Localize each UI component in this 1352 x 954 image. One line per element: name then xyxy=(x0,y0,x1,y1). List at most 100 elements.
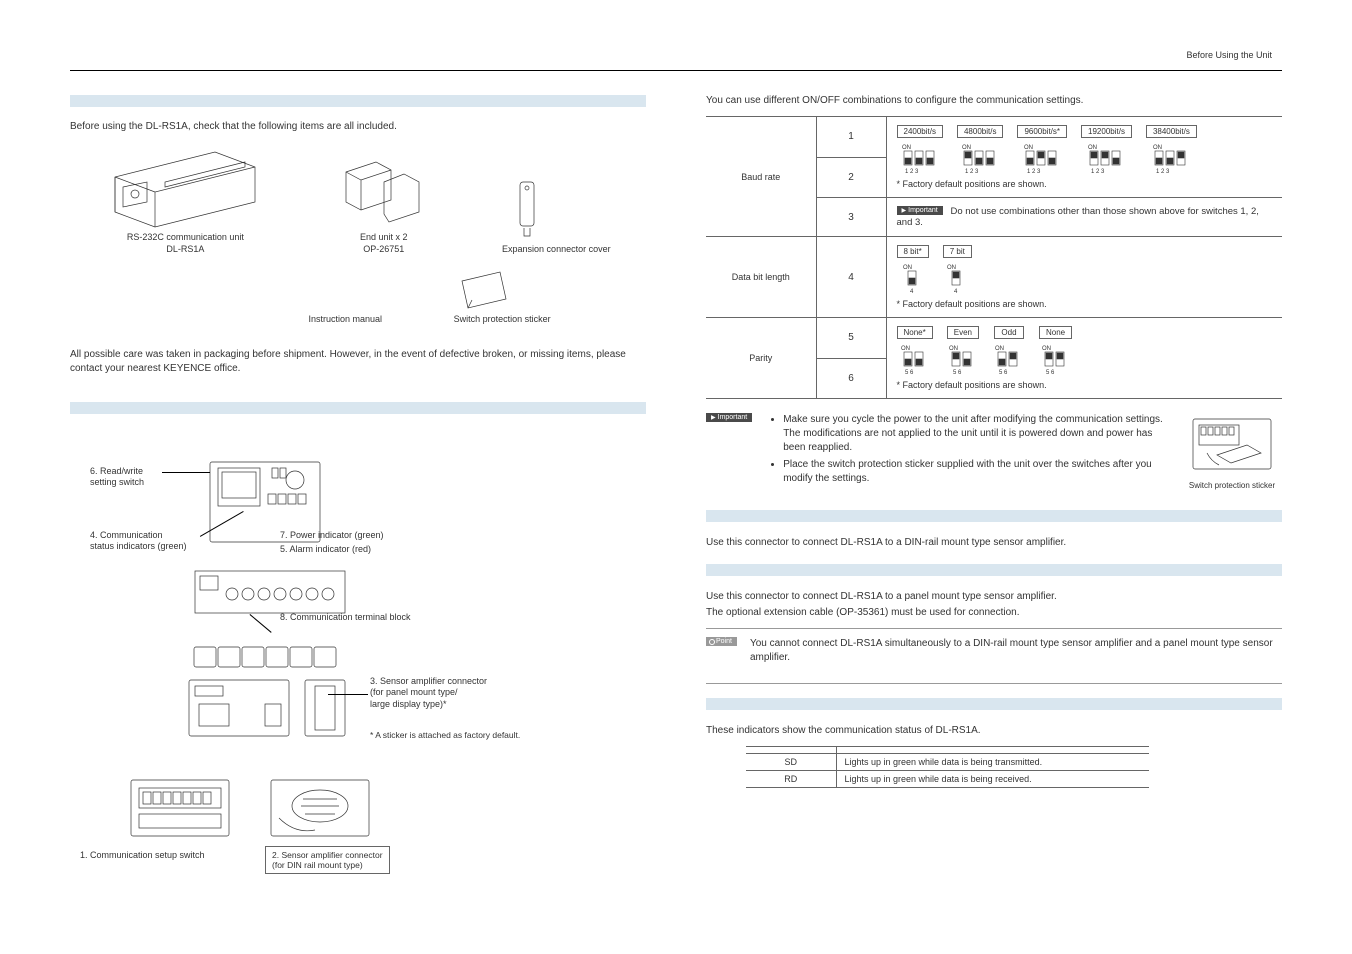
switch-num-5: 5 xyxy=(816,318,886,359)
switch-num-6: 6 xyxy=(816,358,886,399)
important-badge: Important xyxy=(897,206,943,215)
svg-text:ON: ON xyxy=(949,346,958,352)
end-unit-icon xyxy=(336,142,431,232)
svg-text:1 2 3: 1 2 3 xyxy=(1091,169,1105,175)
info-bullet-0: Make sure you cycle the power to the uni… xyxy=(783,413,1172,455)
factory-note-baud: * Factory default positions are shown. xyxy=(897,179,1273,189)
svg-text:1 2 3: 1 2 3 xyxy=(965,169,979,175)
svg-text:ON: ON xyxy=(962,145,971,151)
din-connector-text: Use this connector to connect DL-RS1A to… xyxy=(706,536,1282,550)
dip3-icon: ON 1 2 3 xyxy=(1086,141,1126,175)
dip1-icon: ON4 xyxy=(945,261,969,295)
sticker-thumb-icon xyxy=(1187,413,1277,475)
factory-note-parity: * Factory default positions are shown. xyxy=(897,380,1273,390)
databit-label-1: 7 bit xyxy=(943,245,972,258)
svg-text:ON: ON xyxy=(1042,346,1051,352)
annotation-3-footnote: * A sticker is attached as factory defau… xyxy=(370,730,520,741)
package-intro: Before using the DL-RS1A, check that the… xyxy=(70,121,646,132)
dip2-icon: ON 5 6 xyxy=(993,342,1025,376)
amp-row-drawing-icon xyxy=(192,642,342,672)
svg-text:ON: ON xyxy=(1024,145,1033,151)
separator xyxy=(706,683,1282,684)
comm-unit-caption-1: RS-232C communication unit xyxy=(127,232,244,242)
point-badge: Point xyxy=(706,637,737,646)
parity-label-1: Even xyxy=(947,326,979,339)
package-note: All possible care was taken in packaging… xyxy=(70,348,646,376)
svg-text:5 6: 5 6 xyxy=(953,370,962,376)
baud-important-text: Do not use combinations other than those… xyxy=(897,206,1259,228)
sticker-icon xyxy=(454,269,514,314)
dip2-icon: ON 5 6 xyxy=(1040,342,1072,376)
info-bullet-1: Place the switch protection sticker supp… xyxy=(783,458,1172,486)
parity-label-0: None* xyxy=(897,326,933,339)
section-bar-panel xyxy=(706,564,1282,576)
svg-text:5 6: 5 6 xyxy=(905,370,914,376)
baud-label-0: 2400bit/s xyxy=(897,125,943,138)
page-header: Before Using the Unit xyxy=(1186,50,1272,60)
svg-text:4: 4 xyxy=(910,289,914,295)
param-parity: Parity xyxy=(706,318,816,399)
end-unit-caption-2: OP-26751 xyxy=(363,244,404,254)
svg-text:ON: ON xyxy=(1153,145,1162,151)
dip-block-drawing-icon xyxy=(125,774,235,844)
dip3-icon: ON 1 2 3 xyxy=(960,141,1000,175)
annotation-5: 5. Alarm indicator (red) xyxy=(280,544,371,555)
databit-label-0: 8 bit* xyxy=(897,245,929,258)
left-column: Before using the DL-RS1A, check that the… xyxy=(70,95,646,884)
factory-note-databit: * Factory default positions are shown. xyxy=(897,299,1273,309)
dip1-icon: ON4 xyxy=(901,261,925,295)
baud-label-4: 38400bit/s xyxy=(1146,125,1197,138)
indicator-table: SDLights up in green while data is being… xyxy=(746,746,1149,788)
panel-connector-text-2: The optional extension cable (OP-35361) … xyxy=(706,606,1282,620)
annotation-2: 2. Sensor amplifier connector(for DIN ra… xyxy=(265,846,390,874)
svg-text:ON: ON xyxy=(947,265,956,271)
svg-text:ON: ON xyxy=(995,346,1004,352)
indicators-intro: These indicators show the communication … xyxy=(706,724,1282,738)
param-baud: Baud rate xyxy=(706,117,816,237)
baud-label-1: 4800bit/s xyxy=(957,125,1003,138)
separator xyxy=(706,628,1282,629)
parity-label-2: Odd xyxy=(994,326,1023,339)
parity-label-3: None xyxy=(1039,326,1072,339)
info-bullets: Make sure you cycle the power to the uni… xyxy=(767,413,1172,489)
din-connector-drawing-icon xyxy=(265,774,375,844)
config-table: Baud rate 1 2400bit/s ON1 2 3 4800bit/s … xyxy=(706,116,1282,399)
annotation-8: 8. Communication terminal block xyxy=(280,612,411,623)
ind-name-1: RD xyxy=(746,771,836,788)
section-bar-indicators xyxy=(706,698,1282,710)
dip2-icon: ON 5 6 xyxy=(899,342,931,376)
manual-caption: Instruction manual xyxy=(308,314,382,326)
dip3-icon: ON1 2 3 xyxy=(900,141,940,175)
front-side-drawing-icon xyxy=(185,674,355,744)
important-badge-2: Important xyxy=(706,413,752,422)
dip-intro: You can use different ON/OFF combination… xyxy=(706,95,1282,106)
ind-desc-1: Lights up in green while data is being r… xyxy=(836,771,1149,788)
svg-text:ON: ON xyxy=(1088,145,1097,151)
svg-text:1 2 3: 1 2 3 xyxy=(1156,169,1170,175)
svg-text:1 2 3: 1 2 3 xyxy=(1027,169,1041,175)
svg-text:ON: ON xyxy=(901,346,910,352)
param-databit: Data bit length xyxy=(706,237,816,318)
svg-text:5 6: 5 6 xyxy=(999,370,1008,376)
end-unit-caption-1: End unit x 2 xyxy=(360,232,408,242)
comm-unit-icon xyxy=(105,142,265,232)
svg-text:ON: ON xyxy=(902,145,911,151)
annotation-3: 3. Sensor amplifier connector(for panel … xyxy=(370,676,487,710)
comm-unit-caption-2: DL-RS1A xyxy=(166,244,204,254)
svg-text:5 6: 5 6 xyxy=(1046,370,1055,376)
switch-num-2: 2 xyxy=(816,157,886,198)
dip3-icon: ON 1 2 3 xyxy=(1151,141,1191,175)
section-bar-package xyxy=(70,95,646,107)
ind-desc-0: Lights up in green while data is being t… xyxy=(836,754,1149,771)
annotation-6: 6. Read/writesetting switch xyxy=(90,466,144,489)
section-bar-din xyxy=(706,510,1282,522)
sticker-caption: Switch protection sticker xyxy=(454,314,551,326)
ind-name-0: SD xyxy=(746,754,836,771)
point-text: You cannot connect DL-RS1A simultaneousl… xyxy=(750,637,1282,665)
annotation-7: 7. Power indicator (green) xyxy=(280,530,384,541)
baud-label-2: 9600bit/s* xyxy=(1017,125,1067,138)
dip3-icon: ON 1 2 3 xyxy=(1022,141,1062,175)
right-column: You can use different ON/OFF combination… xyxy=(706,95,1282,884)
dip2-icon: ON 5 6 xyxy=(947,342,979,376)
part-names-figure: 6. Read/writesetting switch 4. Communica… xyxy=(70,454,646,884)
